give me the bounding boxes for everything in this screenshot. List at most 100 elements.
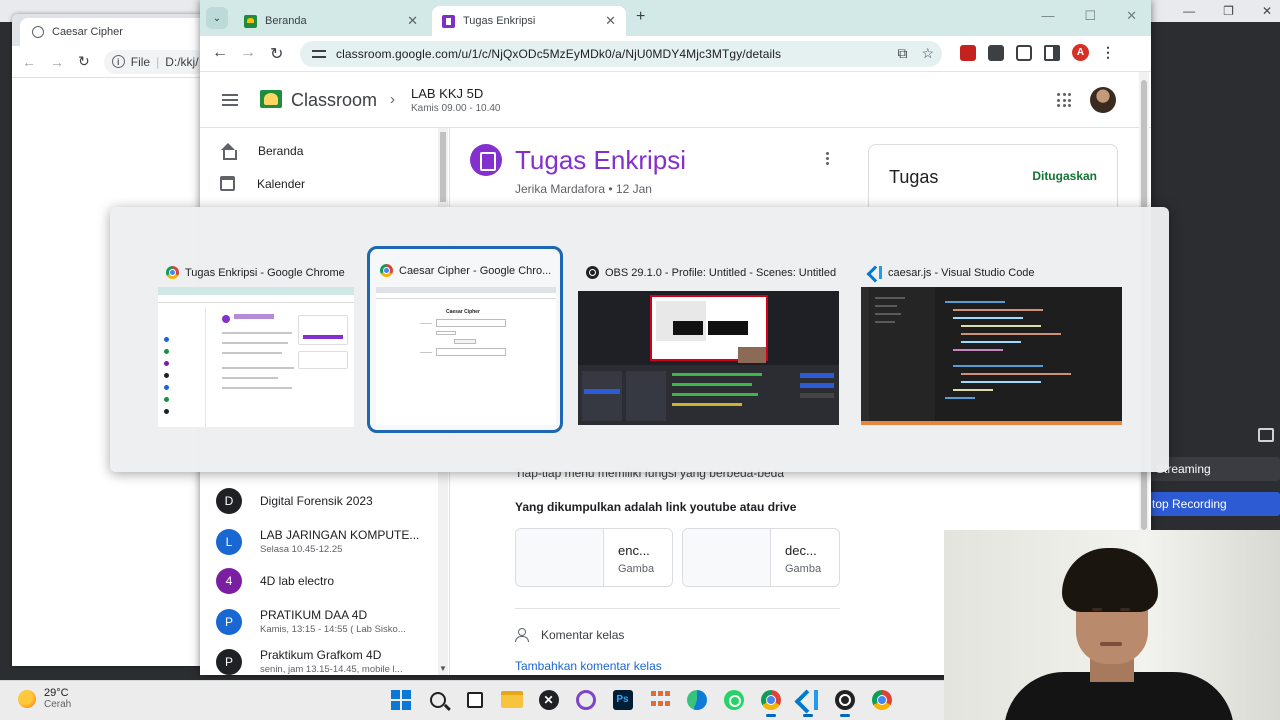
profile-avatar[interactable]: A: [1072, 44, 1089, 61]
xbox-button[interactable]: ✕: [536, 687, 561, 712]
tab-strip: ⌄ Beranda ✕ Tugas Enkripsi ✕ + — ☐ ✕: [200, 0, 1151, 36]
windows-logo-icon: [390, 689, 411, 710]
address-bar[interactable]: classroom.google.com/u/1/c/NjQxODc5MzEyM…: [300, 41, 942, 67]
switcher-item-tugas-enkripsi[interactable]: Tugas Enkripsi - Google Chrome: [156, 257, 354, 427]
calculator-icon: [649, 689, 670, 710]
thumbnail-title: Caesar Cipher: [446, 309, 480, 315]
scrollbar-thumb[interactable]: [440, 132, 446, 202]
vscode-button[interactable]: [795, 687, 820, 717]
switcher-item-caesar-cipher[interactable]: Caesar Cipher - Google Chro... Caesar Ci…: [367, 246, 563, 433]
class-name[interactable]: LAB KKJ 5D: [411, 86, 483, 101]
breadcrumb-chevron-icon: ›: [390, 91, 395, 108]
class-name: 4D lab electro: [260, 574, 335, 588]
new-tab-plus-icon[interactable]: +: [636, 8, 645, 26]
caesar-address-bar[interactable]: i File | D:/kkj/: [103, 49, 207, 74]
attachment-card[interactable]: enc... Gamba: [515, 528, 673, 587]
obs-icon: [834, 689, 855, 710]
sidebar-class-lab-jaringan[interactable]: L LAB JARINGAN KOMPUTE... Selasa 10.45-1…: [216, 528, 419, 555]
obs-button[interactable]: [832, 687, 857, 717]
taskbar-search-button[interactable]: [425, 687, 450, 712]
chrome-button[interactable]: [758, 687, 783, 717]
switcher-item-obs[interactable]: OBS 29.1.0 - Profile: Untitled - Scenes:…: [576, 257, 840, 427]
minimize-icon[interactable]: —: [1041, 8, 1054, 24]
photoshop-button[interactable]: Ps: [610, 687, 635, 712]
window-thumbnail: Caesar Cipher: [376, 287, 556, 425]
tab-beranda[interactable]: Beranda ✕: [234, 6, 428, 36]
tab-search-button[interactable]: ⌄: [206, 7, 228, 29]
site-info-icon[interactable]: [312, 48, 326, 60]
minimize-icon[interactable]: —: [1183, 4, 1195, 18]
sidebar-item-kalender[interactable]: Kalender: [220, 176, 305, 191]
sidebar-item-beranda[interactable]: Beranda: [220, 143, 303, 160]
attachment-type: Gamba: [785, 563, 822, 575]
purple-app-button[interactable]: [573, 687, 598, 712]
assignment-more-icon[interactable]: [826, 152, 830, 167]
window-thumbnail: [861, 287, 1122, 425]
whatsapp-button[interactable]: [721, 687, 746, 712]
info-icon[interactable]: i: [111, 55, 125, 68]
close-tab-icon[interactable]: ✕: [605, 13, 616, 29]
close-icon[interactable]: ✕: [1262, 4, 1272, 18]
omnibox-actions: ⧉ ☆: [897, 45, 934, 62]
stop-recording-button[interactable]: top Recording: [1140, 492, 1280, 516]
start-button[interactable]: [388, 687, 413, 712]
extensions-puzzle-icon[interactable]: [1016, 44, 1032, 61]
forward-arrow-icon[interactable]: →: [50, 54, 64, 70]
switcher-item-label: caesar.js - Visual Studio Code: [869, 266, 1035, 279]
close-icon[interactable]: ✕: [1126, 8, 1137, 24]
switcher-item-vscode[interactable]: caesar.js - Visual Studio Code: [859, 257, 1123, 427]
taskbar-apps: ✕ Ps: [388, 687, 894, 717]
sidebar-class-pratikum-daa[interactable]: P PRATIKUM DAA 4D Kamis, 13:15 - 14:55 (…: [216, 608, 406, 635]
switcher-item-label: OBS 29.1.0 - Profile: Untitled - Scenes:…: [586, 266, 836, 279]
task-view-button[interactable]: [462, 687, 487, 712]
bookmark-star-icon[interactable]: ☆: [921, 45, 934, 62]
user-avatar[interactable]: [1090, 87, 1116, 113]
chrome-icon: [871, 689, 892, 710]
sidebar-class-praktikum-grafkom[interactable]: P Praktikum Grafkom 4D senin, jam 13.15-…: [216, 648, 403, 675]
globe-icon: [32, 26, 44, 38]
xbox-icon: ✕: [538, 689, 559, 710]
file-explorer-button[interactable]: [499, 687, 524, 712]
add-class-comment-link[interactable]: Tambahkan komentar kelas: [515, 659, 662, 673]
close-tab-icon[interactable]: ✕: [407, 13, 418, 29]
weather-widget[interactable]: 29°C Cerah: [18, 687, 71, 710]
hamburger-menu-icon[interactable]: [222, 94, 238, 106]
calculator-button[interactable]: [647, 687, 672, 712]
caesar-tab[interactable]: Caesar Cipher: [20, 18, 220, 46]
reload-icon[interactable]: ↻: [78, 53, 90, 70]
extension-red-icon[interactable]: [960, 44, 976, 61]
side-panel-icon[interactable]: [1044, 44, 1060, 61]
class-name: PRATIKUM DAA 4D: [260, 608, 368, 622]
tab-title: Tugas Enkripsi: [463, 15, 536, 27]
attachment-name: dec...: [785, 543, 817, 558]
edge-button[interactable]: [684, 687, 709, 712]
reload-icon[interactable]: ↻: [270, 44, 283, 64]
people-icon: [515, 628, 533, 642]
classroom-app-name[interactable]: Classroom: [291, 90, 377, 111]
assignment-author-date: Jerika Mardafora • 12 Jan: [515, 182, 652, 196]
tab-tugas-enkripsi[interactable]: Tugas Enkripsi ✕: [432, 6, 626, 36]
browser-menu-icon[interactable]: ⋮: [1101, 44, 1115, 61]
restore-icon[interactable]: ❐: [1223, 4, 1234, 18]
chrome-icon: [166, 266, 179, 279]
back-arrow-icon[interactable]: ←: [212, 44, 228, 62]
assignment-favicon-icon: [442, 14, 455, 28]
google-apps-icon[interactable]: [1057, 93, 1071, 107]
install-app-icon[interactable]: ⧉: [897, 45, 907, 62]
maximize-icon[interactable]: ☐: [1084, 8, 1096, 24]
window-thumbnail: [578, 291, 839, 425]
calendar-icon: [220, 176, 235, 191]
classroom-logo-icon[interactable]: [260, 90, 282, 108]
extension-dark-icon[interactable]: [988, 44, 1004, 61]
chrome-profile-button[interactable]: [869, 687, 894, 712]
attachment-card[interactable]: dec... Gamba: [682, 528, 840, 587]
sidebar-class-digital-forensik[interactable]: D Digital Forensik 2023: [216, 488, 373, 514]
forward-arrow-icon[interactable]: →: [240, 44, 256, 62]
sidebar-class-4d-lab-electro[interactable]: 4 4D lab electro: [216, 568, 334, 594]
back-arrow-icon[interactable]: ←: [22, 54, 36, 70]
vscode-icon: [869, 266, 882, 279]
folder-icon: [500, 691, 523, 708]
attachment-thumbnail: [683, 529, 771, 586]
scroll-down-arrow-icon[interactable]: ▼: [439, 664, 447, 673]
class-avatar: P: [216, 608, 242, 635]
